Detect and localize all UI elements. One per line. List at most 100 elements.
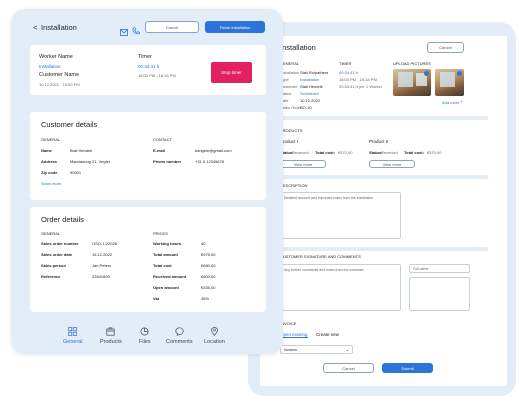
mail-icon[interactable]: [120, 23, 128, 41]
divider: [268, 116, 488, 120]
description-textarea[interactable]: Detailed account and important notes fro…: [280, 192, 401, 239]
uploaded-photo[interactable]: [435, 69, 464, 96]
check-icon: [424, 71, 429, 76]
timer-value: 00:34:41 h: [138, 64, 160, 69]
order-row-value: Jan Peters: [92, 263, 112, 268]
price-row-label: Open amount: [153, 285, 179, 290]
divider: [268, 247, 488, 251]
invoice-select[interactable]: Invoices ⌄: [280, 345, 353, 354]
back-icon[interactable]: <: [33, 23, 37, 32]
worker-name-value: Installation: [39, 64, 61, 69]
general-row-value: Stall Roipathers: [300, 70, 329, 75]
email-value: bangele@gmail.com: [195, 148, 232, 153]
nav-location-label: Location: [204, 339, 225, 345]
worker-card: Worker Name Installation Customer Name 1…: [30, 45, 266, 95]
address-value: Marxlanung 21, Vegtel: [70, 159, 110, 164]
tab-create-new[interactable]: Create new: [316, 332, 339, 337]
chevron-down-icon: ⌄: [345, 347, 349, 352]
email-label: E-mail: [153, 148, 166, 153]
invoice-select-value: Invoices: [284, 348, 297, 352]
price-row-label: Total cost: [153, 263, 172, 268]
phone-icon[interactable]: [132, 22, 140, 40]
product-cost-value: €570,00: [427, 150, 442, 155]
general-label: GENERAL: [41, 137, 61, 142]
timer-range: 18:00 PM - 18:34 PM: [138, 73, 176, 78]
order-row-value: OSO-1-22028: [92, 241, 117, 246]
timer-label: TIMER: [339, 61, 352, 66]
description-label: DESCRIPTION: [280, 183, 308, 188]
box-icon: [106, 327, 115, 336]
full-name-input[interactable]: Full name: [409, 264, 470, 273]
order-row-label: Sales person: [41, 263, 66, 268]
check-icon: [457, 71, 462, 76]
general-row-value: Stall Hendrik: [300, 84, 323, 89]
signature-textarea[interactable]: Any further comments and notes from the …: [280, 264, 401, 311]
nav-files[interactable]: Files: [139, 327, 151, 345]
finish-installation-button[interactable]: Finish installation: [205, 21, 265, 33]
nav-general[interactable]: General: [63, 327, 83, 345]
stop-timer-button[interactable]: Stop timer: [211, 62, 252, 83]
cancel-button[interactable]: Cancel: [323, 363, 374, 373]
nav-products-label: Products: [100, 339, 122, 345]
timer-value: 00:34:41 h: [339, 70, 358, 75]
order-row-value: 15.12.2022: [92, 252, 113, 257]
nav-comments-label: Comments: [166, 339, 193, 345]
price-row-value: €975,00: [201, 252, 216, 257]
uploaded-photo[interactable]: [393, 69, 431, 96]
address-label: Address: [41, 159, 58, 164]
price-row-value: €680,00: [201, 263, 216, 268]
nav-general-label: General: [63, 339, 83, 345]
files-icon: [140, 327, 149, 336]
worker-name-label: Worker Name: [39, 54, 73, 60]
order-row-label: Sales order number: [41, 241, 79, 246]
product-status-value: Received: [292, 150, 309, 155]
price-row-value: €600,00: [201, 274, 216, 279]
prices-label: PRICES: [153, 231, 168, 236]
general-row-label: Sales Order: [280, 105, 302, 110]
description-placeholder: Detailed account and important notes fro…: [284, 196, 374, 200]
zip-code-label: Zip code: [41, 170, 58, 175]
name-value: Brat Hendrik: [70, 148, 93, 153]
location-pin-icon: [210, 327, 218, 336]
price-row-value: 40: [201, 241, 206, 246]
signature-pad[interactable]: [409, 277, 470, 311]
installation-form-panel: Installation Cancel GENERAL Installation…: [248, 22, 516, 396]
price-row-label: Received amount: [153, 274, 187, 279]
product-cost-label: Total cost:: [404, 150, 424, 155]
plus-icon[interactable]: +: [460, 99, 463, 104]
timer-label: Timer: [138, 54, 152, 60]
price-row-label: Vat: [153, 296, 160, 301]
nav-comments[interactable]: Comments: [166, 327, 193, 345]
show-more-link[interactable]: Show more: [41, 181, 61, 186]
signature-label: CUSTOMER SIGNATURE AND COMMENTS: [280, 254, 361, 259]
order-row-label: Reference: [41, 274, 61, 279]
general-row-value: Installation: [300, 77, 320, 82]
general-row-value: 10.12.2022: [300, 98, 321, 103]
nav-products[interactable]: Products: [100, 327, 122, 345]
timer-range: 18:00 PM - 18:34 PM: [339, 77, 377, 82]
view-more-button[interactable]: View more: [280, 160, 326, 168]
grid-icon: [68, 327, 78, 336]
tab-open-existing[interactable]: Open existing: [280, 332, 308, 338]
divider: [268, 175, 488, 179]
name-label: Name: [41, 148, 52, 153]
signature-placeholder: Any further comments and notes from the …: [284, 268, 364, 272]
view-more-button[interactable]: View more: [369, 160, 415, 168]
cancel-button[interactable]: Cancel: [145, 21, 199, 33]
order-details-title: Order details: [41, 215, 84, 224]
full-name-placeholder: Full name: [413, 267, 429, 271]
phone-value: +31 6 12345678: [195, 159, 225, 164]
cancel-button-top[interactable]: Cancel: [427, 42, 464, 53]
customer-details-title: Customer details: [41, 120, 98, 129]
price-row-value: 45%: [201, 296, 210, 301]
page-title: Installation: [41, 23, 77, 32]
installation-mobile-panel: < Installation Cancel Finish installatio…: [11, 9, 283, 354]
add-more-link[interactable]: Add more: [442, 100, 459, 105]
comment-icon: [175, 327, 184, 336]
order-details-card: Order details GENERAL PRICES Sales order…: [30, 207, 266, 312]
product-cost-label: Total cost:: [315, 150, 335, 155]
customer-name-label: Customer Name: [39, 72, 80, 78]
submit-button[interactable]: Submit: [382, 363, 433, 373]
nav-location[interactable]: Location: [204, 327, 225, 345]
order-row-value: 23541690: [92, 274, 110, 279]
